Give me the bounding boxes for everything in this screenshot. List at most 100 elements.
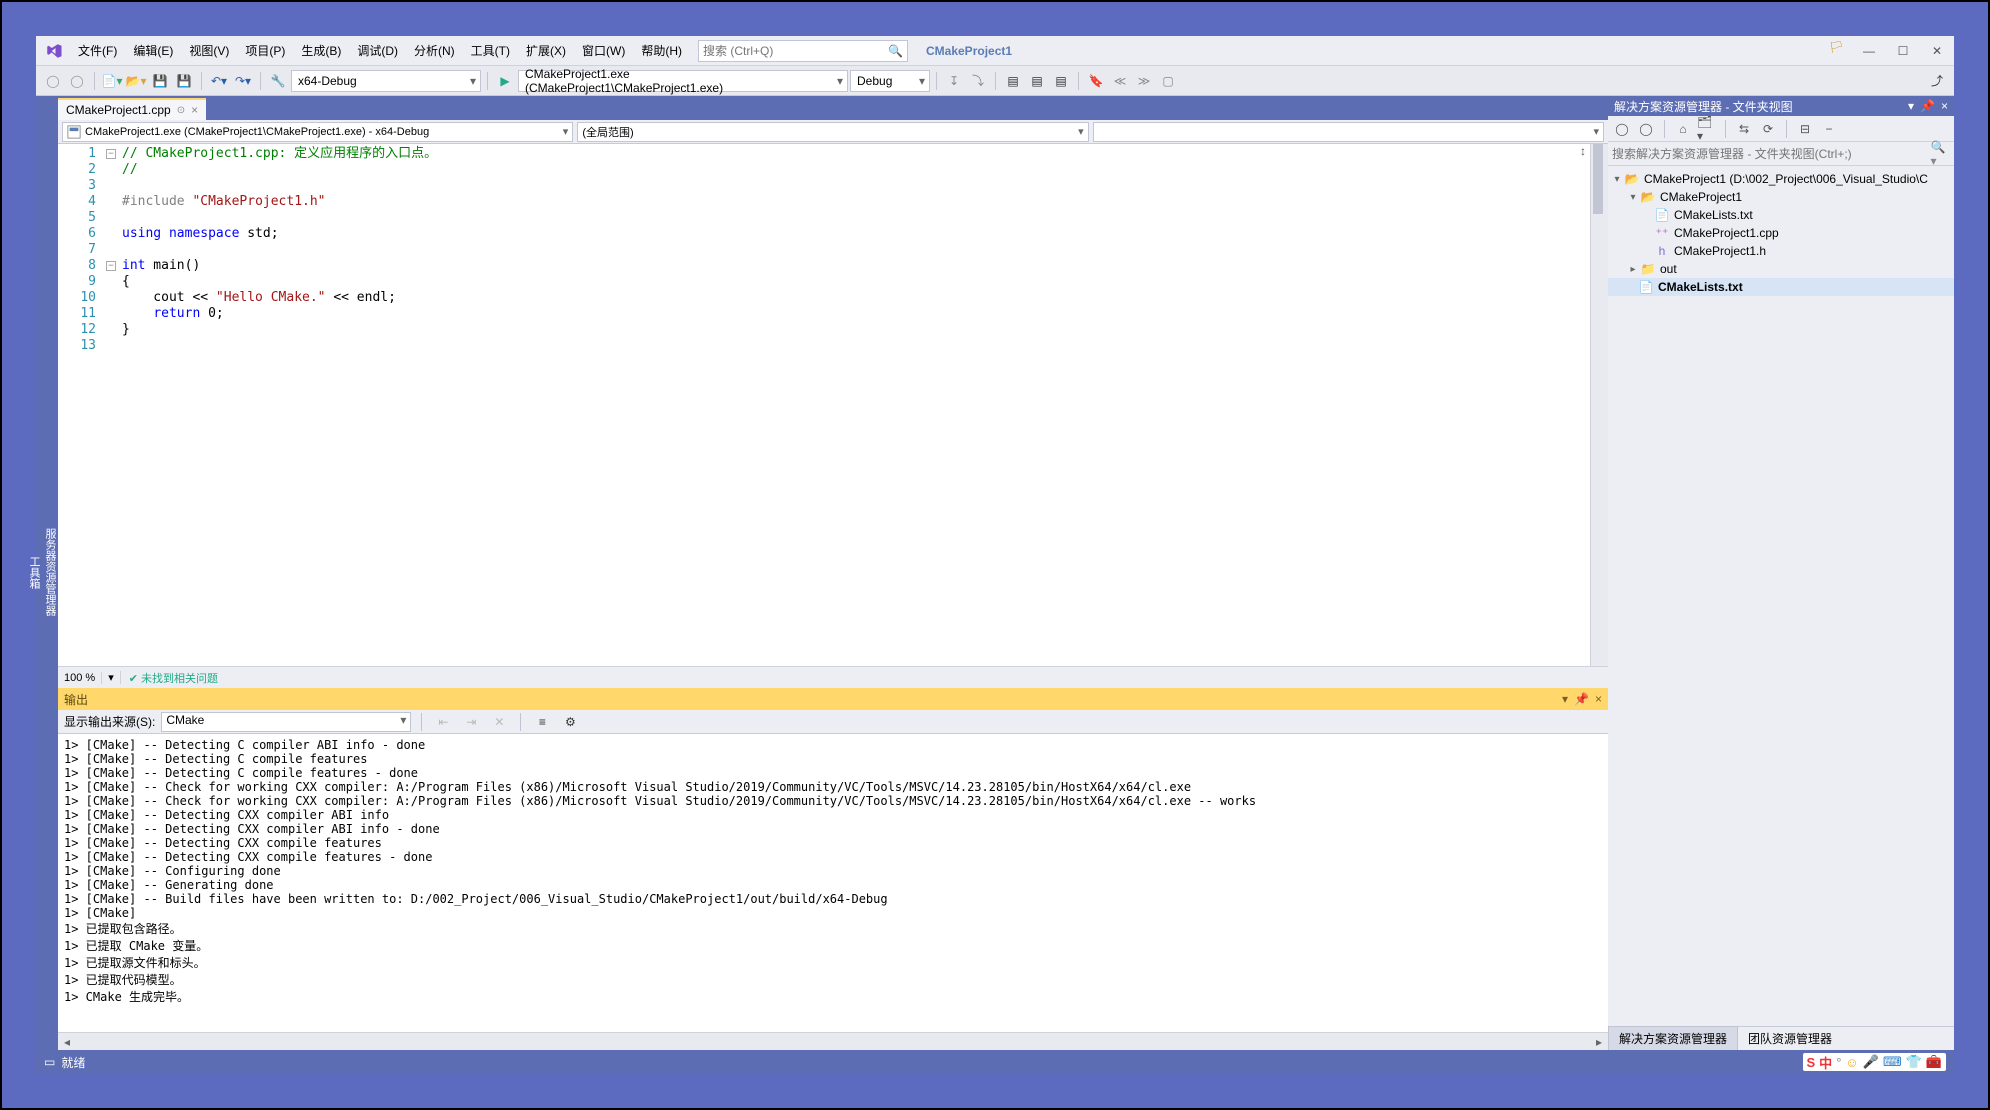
tab-solution-explorer[interactable]: 解决方案资源管理器 [1608, 1026, 1738, 1050]
notifications-icon[interactable]: 🏳 [1829, 40, 1844, 62]
se-switch-icon[interactable]: 🗂▾ [1697, 119, 1717, 139]
output-panel-titlebar[interactable]: 输出 ▾ 📌 × [58, 688, 1608, 710]
window-minimize-button[interactable]: — [1852, 40, 1886, 62]
output-prev-icon[interactable]: ⇤ [432, 711, 454, 733]
indent-icon[interactable]: ▤ [1002, 70, 1024, 92]
output-wrap-icon[interactable]: ≡ [531, 711, 553, 733]
nav-scope-right[interactable]: (全局范围) [577, 122, 1088, 142]
menu-view[interactable]: 视图(V) [181, 38, 237, 63]
mic-icon[interactable]: 🎤 [1863, 1054, 1879, 1070]
nav-scope-left[interactable]: CMakeProject1.exe (CMakeProject1\CMakePr… [62, 122, 573, 142]
quick-launch-input[interactable] [703, 44, 888, 58]
toolbox-icon[interactable]: 🧰 [1926, 1054, 1942, 1070]
menu-file[interactable]: 文件(F) [70, 38, 125, 63]
solution-tree[interactable]: ▾ 📂 CMakeProject1 (D:\002_Project\006_Vi… [1608, 166, 1954, 1026]
vertical-scrollbar[interactable] [1590, 144, 1608, 666]
panel-pin-icon[interactable]: 📌 [1920, 99, 1935, 113]
skin-icon[interactable]: 👕 [1906, 1054, 1922, 1070]
se-collapse-all-icon[interactable]: − [1819, 119, 1839, 139]
solution-config-dropdown[interactable]: x64-Debug [291, 70, 481, 92]
menu-edit[interactable]: 编辑(E) [125, 38, 181, 63]
code-body[interactable]: // CMakeProject1.cpp: 定义应用程序的入口点。 // #in… [118, 144, 1590, 666]
output-source-dropdown[interactable]: CMake [161, 712, 411, 732]
se-home-icon[interactable]: ⌂ [1673, 119, 1693, 139]
bookmark-icon[interactable]: 🔖 [1085, 70, 1107, 92]
menu-project[interactable]: 项目(P) [237, 38, 293, 63]
output-next-icon[interactable]: ⇥ [460, 711, 482, 733]
menu-window[interactable]: 窗口(W) [574, 38, 633, 63]
tree-file-root-cmakelists[interactable]: 📄 CMakeLists.txt [1608, 278, 1954, 296]
editor-tab-active[interactable]: CMakeProject1.cpp ⊙ × [58, 98, 206, 120]
tab-pin-icon[interactable]: ⊙ [177, 105, 185, 116]
panel-close-icon[interactable]: × [1941, 99, 1948, 113]
sogou-icon[interactable]: S [1807, 1055, 1816, 1070]
output-clear-icon[interactable]: ✕ [488, 711, 510, 733]
tree-toggle-icon[interactable]: ▾ [1626, 192, 1640, 203]
se-refresh-icon[interactable]: ⟳ [1758, 119, 1778, 139]
se-sync-icon[interactable]: ⇆ [1734, 119, 1754, 139]
se-back-icon[interactable]: ◯ [1612, 119, 1632, 139]
se-forward-icon[interactable]: ◯ [1636, 119, 1656, 139]
output-text[interactable]: 1> [CMake] -- Detecting C compiler ABI i… [58, 734, 1608, 1032]
solution-search-input[interactable] [1612, 147, 1926, 161]
server-explorer-tab[interactable]: 服务器资源管理器 [42, 528, 58, 616]
tree-toggle-icon[interactable]: ▾ [1610, 174, 1624, 185]
debug-type-dropdown[interactable]: Debug [850, 70, 930, 92]
output-settings-icon[interactable]: ⚙ [559, 711, 581, 733]
tab-close-icon[interactable]: × [191, 103, 198, 117]
tree-folder-cmakeproject1[interactable]: ▾ 📂 CMakeProject1 [1608, 188, 1954, 206]
punct-icon[interactable]: ° [1836, 1055, 1841, 1070]
step-over-icon[interactable]: ⤵ [967, 70, 989, 92]
output-horizontal-scrollbar[interactable]: ◂ ▸ [58, 1032, 1608, 1050]
menu-help[interactable]: 帮助(H) [633, 38, 690, 63]
panel-dropdown-icon[interactable]: ▾ [1908, 99, 1914, 113]
scroll-right-icon[interactable]: ▸ [1590, 1033, 1608, 1051]
output-dropdown-icon[interactable]: ▾ [1562, 692, 1568, 706]
clear-bookmark-icon[interactable]: ▢ [1157, 70, 1179, 92]
scroll-left-icon[interactable]: ◂ [58, 1033, 76, 1051]
fold-gutter[interactable]: − − [104, 144, 118, 666]
split-icon[interactable]: ↕ [1576, 144, 1590, 158]
forward-button[interactable]: ◯ [66, 70, 88, 92]
solution-explorer-titlebar[interactable]: 解决方案资源管理器 - 文件夹视图 ▾ 📌 × [1608, 96, 1954, 116]
menu-debug[interactable]: 调试(D) [349, 38, 406, 63]
tab-team-explorer[interactable]: 团队资源管理器 [1738, 1027, 1842, 1050]
ime-tray[interactable]: S 中 ° ☺ 🎤 ⌨ 👕 🧰 [1803, 1053, 1947, 1071]
open-button[interactable]: 📂▾ [125, 70, 147, 92]
zoom-level[interactable]: 100 % [58, 672, 102, 684]
wrench-icon[interactable]: 🔧 [267, 70, 289, 92]
menu-analyze[interactable]: 分析(N) [406, 38, 463, 63]
tree-folder-out[interactable]: ▸ 📁 out [1608, 260, 1954, 278]
new-item-button[interactable]: 📄▾ [101, 70, 123, 92]
tree-toggle-icon[interactable]: ▸ [1626, 264, 1640, 275]
se-collapse-icon[interactable]: ⊟ [1795, 119, 1815, 139]
undo-button[interactable]: ↶▾ [208, 70, 230, 92]
menu-tools[interactable]: 工具(T) [463, 38, 518, 63]
start-debug-button[interactable]: ▶ [494, 70, 516, 92]
zoom-dropdown-icon[interactable]: ▾ [102, 671, 121, 684]
redo-button[interactable]: ↷▾ [232, 70, 254, 92]
startup-item-dropdown[interactable]: CMakeProject1.exe (CMakeProject1\CMakePr… [518, 70, 848, 92]
save-all-button[interactable]: 💾 [173, 70, 195, 92]
code-editor[interactable]: 12345678910111213 − − // CMakeProject1.c… [58, 144, 1608, 666]
nav-member-dropdown[interactable] [1093, 122, 1604, 142]
window-maximize-button[interactable]: ☐ [1886, 40, 1920, 62]
comment-icon[interactable]: ▤ [1050, 70, 1072, 92]
prev-bookmark-icon[interactable]: ≪ [1109, 70, 1131, 92]
tree-file-cmakelists[interactable]: 📄 CMakeLists.txt [1608, 206, 1954, 224]
toolbox-tab[interactable]: 工具箱 [26, 556, 42, 589]
tree-file-cpp[interactable]: ⁺⁺ CMakeProject1.cpp [1608, 224, 1954, 242]
outdent-icon[interactable]: ▤ [1026, 70, 1048, 92]
output-pin-icon[interactable]: 📌 [1574, 692, 1589, 706]
live-share-icon[interactable]: ⤴ [1926, 70, 1948, 92]
tree-file-header[interactable]: h CMakeProject1.h [1608, 242, 1954, 260]
keyboard-icon[interactable]: ⌨ [1883, 1054, 1902, 1070]
quick-launch-search[interactable]: 🔍 [698, 40, 908, 62]
next-bookmark-icon[interactable]: ≫ [1133, 70, 1155, 92]
back-button[interactable]: ◯ [42, 70, 64, 92]
output-close-icon[interactable]: × [1595, 692, 1602, 706]
tree-root[interactable]: ▾ 📂 CMakeProject1 (D:\002_Project\006_Vi… [1608, 170, 1954, 188]
step-into-icon[interactable]: ↧ [943, 70, 965, 92]
menu-extensions[interactable]: 扩展(X) [518, 38, 574, 63]
save-button[interactable]: 💾 [149, 70, 171, 92]
